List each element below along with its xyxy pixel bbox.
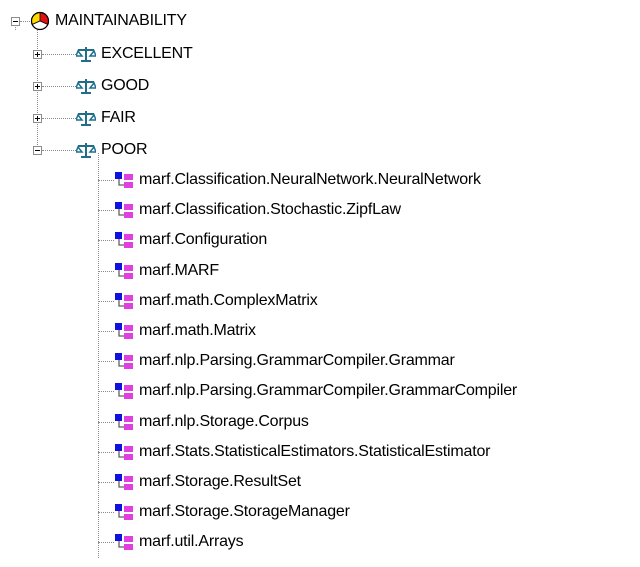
- tree-connector-h: [98, 180, 114, 181]
- class-icon: [115, 172, 133, 188]
- tree-node-class[interactable]: marf.Stats.StatisticalEstimators.Statist…: [114, 440, 490, 464]
- tree-connector-h: [98, 512, 114, 513]
- class-icon: [115, 323, 133, 339]
- tree-node-label: marf.Stats.StatisticalEstimators.Statist…: [139, 443, 491, 460]
- class-icon: [115, 383, 133, 399]
- tree-node-class[interactable]: marf.util.Arrays: [114, 530, 244, 554]
- scales-icon: [76, 111, 96, 126]
- tree-node-good[interactable]: GOOD: [76, 74, 149, 98]
- class-icon: [115, 202, 133, 218]
- tree-node-label: marf.math.ComplexMatrix: [139, 292, 318, 309]
- tree-connector-poor-children: [98, 153, 99, 558]
- scales-icon: [76, 79, 96, 94]
- class-icon: [115, 474, 133, 490]
- pie-chart-icon: [30, 11, 50, 31]
- class-icon: [115, 414, 133, 430]
- tree-node-class[interactable]: marf.Configuration: [114, 228, 267, 252]
- tree-node-class[interactable]: marf.nlp.Parsing.GrammarCompiler.Grammar: [114, 349, 455, 373]
- class-icon: [115, 353, 133, 369]
- tree-node-class[interactable]: marf.Storage.StorageManager: [114, 500, 350, 524]
- tree-node-class[interactable]: marf.math.ComplexMatrix: [114, 289, 318, 313]
- tree-node-label: marf.MARF: [139, 262, 219, 279]
- tree-connector-h: [98, 452, 114, 453]
- class-icon: [115, 504, 133, 520]
- tree-connector-h: [98, 542, 114, 543]
- tree-node-label: marf.Classification.NeuralNetwork.Neural…: [139, 171, 481, 188]
- tree-node-class[interactable]: marf.MARF: [114, 259, 219, 283]
- excellent-expand-toggle[interactable]: [33, 50, 42, 59]
- tree-node-label: marf.Classification.Stochastic.ZipfLaw: [139, 201, 401, 218]
- root-collapse-toggle[interactable]: [11, 17, 20, 26]
- tree-connector-categories: [37, 30, 38, 153]
- tree-connector-h: [98, 391, 114, 392]
- poor-collapse-toggle[interactable]: [33, 146, 42, 155]
- tree-node-class[interactable]: marf.math.Matrix: [114, 319, 256, 343]
- tree-node-label: POOR: [101, 141, 148, 158]
- tree-node-poor[interactable]: POOR: [76, 138, 148, 162]
- tree-node-maintainability[interactable]: MAINTAINABILITY: [30, 9, 187, 33]
- tree-node-label: marf.Storage.StorageManager: [139, 503, 350, 520]
- tree-connector-h: [20, 21, 30, 22]
- tree-node-label: marf.Configuration: [139, 231, 268, 248]
- tree-connector-h: [98, 271, 114, 272]
- class-icon: [115, 293, 133, 309]
- tree-view[interactable]: MAINTAINABILITY EXCELLENT GOOD FAIR POOR…: [0, 0, 640, 567]
- tree-node-label: marf.nlp.Storage.Corpus: [139, 413, 309, 430]
- good-expand-toggle[interactable]: [33, 82, 42, 91]
- tree-node-label: marf.nlp.Parsing.GrammarCompiler.Grammar…: [139, 382, 518, 399]
- tree-node-fair[interactable]: FAIR: [76, 106, 136, 130]
- tree-node-class[interactable]: marf.Storage.ResultSet: [114, 470, 301, 494]
- fair-expand-toggle[interactable]: [33, 114, 42, 123]
- class-icon: [115, 263, 133, 279]
- tree-node-class[interactable]: marf.Classification.NeuralNetwork.Neural…: [114, 168, 481, 192]
- tree-connector-h: [98, 240, 114, 241]
- tree-node-label: EXCELLENT: [101, 45, 193, 62]
- tree-node-class[interactable]: marf.Classification.Stochastic.ZipfLaw: [114, 198, 401, 222]
- tree-node-label: marf.Storage.ResultSet: [139, 473, 301, 490]
- tree-connector-h: [42, 54, 76, 55]
- tree-node-excellent[interactable]: EXCELLENT: [76, 42, 193, 66]
- class-icon: [115, 444, 133, 460]
- tree-connector-h: [42, 118, 76, 119]
- class-icon: [115, 534, 133, 550]
- scales-icon: [76, 143, 96, 158]
- tree-node-label: FAIR: [101, 109, 136, 126]
- tree-node-label: MAINTAINABILITY: [55, 12, 187, 29]
- scales-icon: [76, 47, 96, 62]
- tree-connector-h: [42, 150, 76, 151]
- tree-node-class[interactable]: marf.nlp.Storage.Corpus: [114, 410, 309, 434]
- tree-connector-h: [98, 301, 114, 302]
- tree-connector-h: [98, 422, 114, 423]
- tree-connector-h: [98, 482, 114, 483]
- tree-node-label: marf.nlp.Parsing.GrammarCompiler.Grammar: [139, 352, 455, 369]
- tree-connector-h: [98, 361, 114, 362]
- tree-node-label: marf.math.Matrix: [139, 322, 256, 339]
- tree-node-label: marf.util.Arrays: [139, 533, 244, 550]
- tree-connector-h: [42, 86, 76, 87]
- tree-node-class[interactable]: marf.nlp.Parsing.GrammarCompiler.Grammar…: [114, 379, 517, 403]
- tree-connector-h: [98, 210, 114, 211]
- tree-connector-h: [98, 331, 114, 332]
- tree-node-label: GOOD: [101, 77, 150, 94]
- class-icon: [115, 232, 133, 248]
